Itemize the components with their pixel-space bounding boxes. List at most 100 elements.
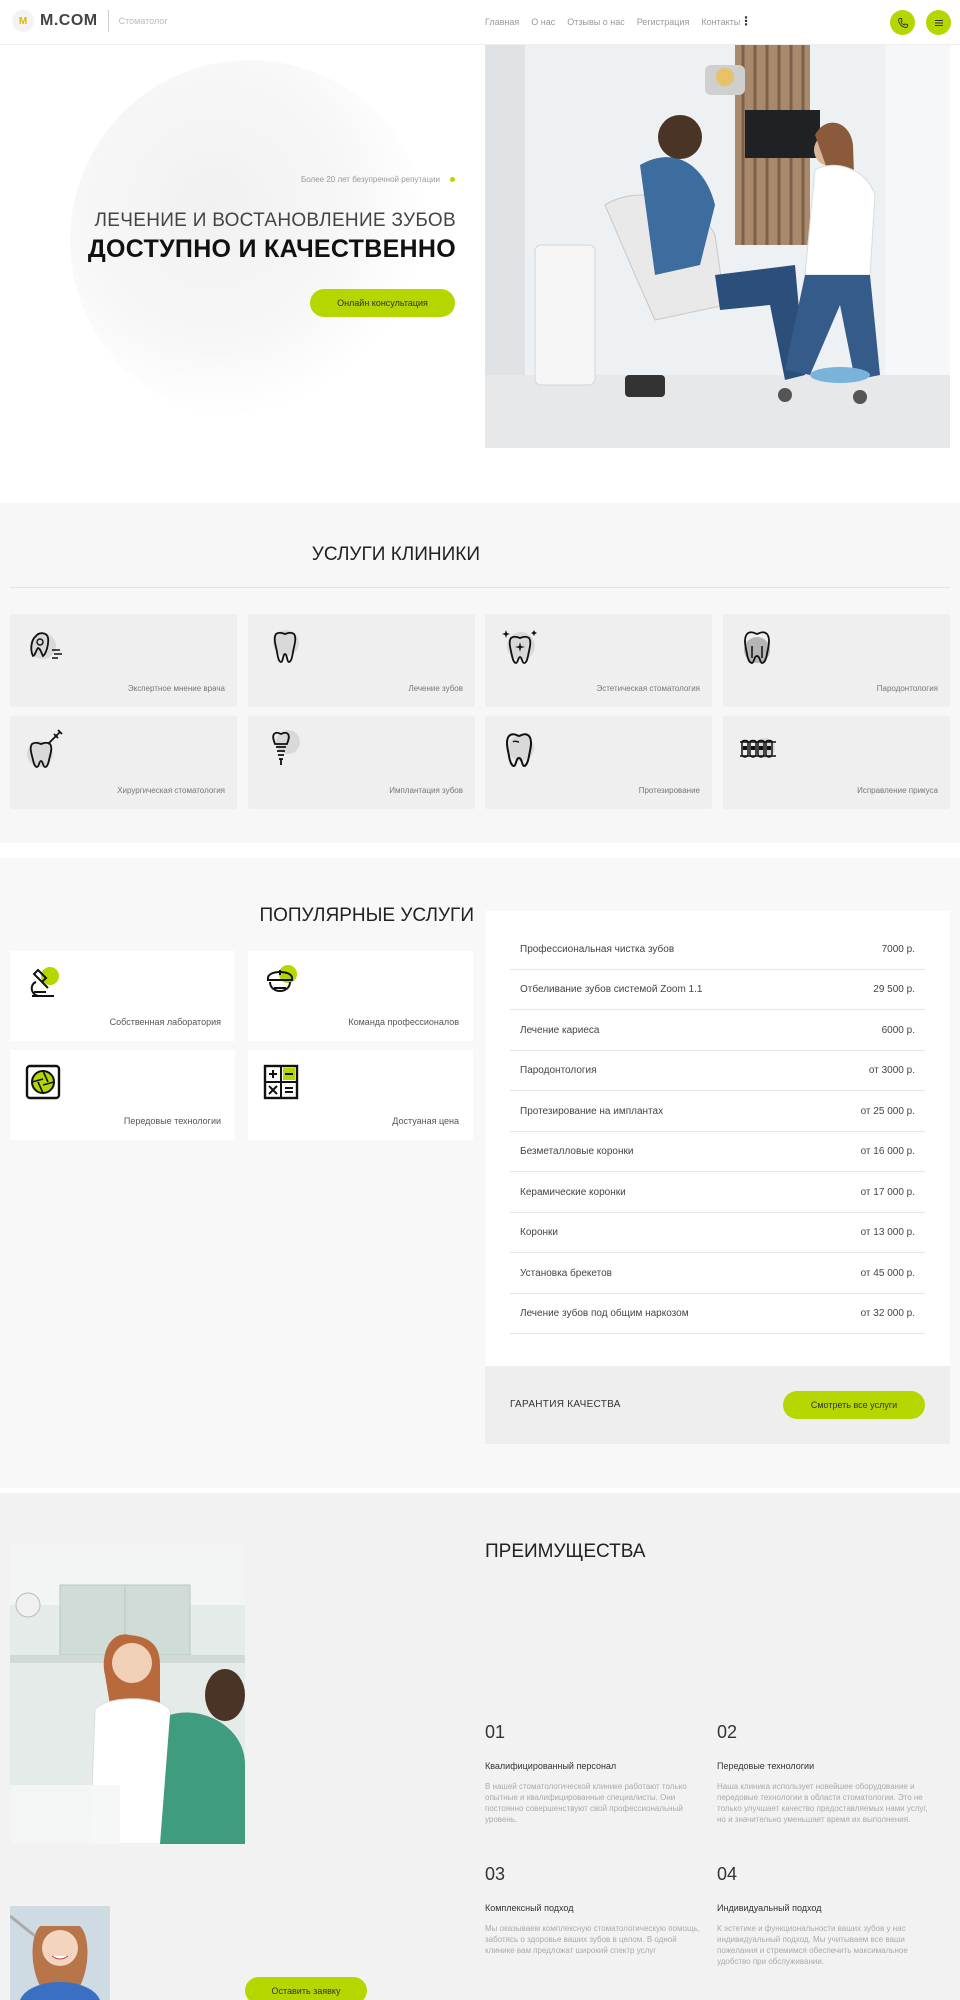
service-card[interactable]: Экспертное мнение врача [10,614,237,707]
price-item-value: 29 500 р. [873,984,915,995]
feature-label: Достуаная цена [392,1116,459,1126]
price-item-name: Безметалловые коронки [520,1146,634,1157]
more-menu-icon[interactable]: ⋮ [740,14,752,28]
nurse-icon [267,965,297,992]
price-list: Профессиональная чистка зубов 7000 р. Отб… [485,911,950,1366]
price-row[interactable]: Керамические коронки от 17 000 р. [510,1173,925,1213]
service-card[interactable]: Протезирование [485,716,712,809]
dentist-photo [10,1545,245,1844]
price-item-value: 7000 р. [881,944,915,955]
service-card[interactable]: Лечение зубов [248,614,475,707]
service-label: Эстетическая стоматология [596,684,700,693]
logo-divider [107,10,109,32]
implant-icon [272,730,300,765]
price-row[interactable]: Лечение кариеса 6000 р. [510,1011,925,1051]
phone-button[interactable] [890,10,915,35]
feature-card: Достуаная цена [248,1050,473,1140]
nav-item-about[interactable]: О нас [531,17,555,27]
service-label: Хирургическая стоматология [117,786,225,795]
advantage-text: Наша клиника использует новейшее оборудо… [717,1782,928,1824]
price-item-value: от 13 000 р. [860,1227,915,1238]
price-row[interactable]: Профессиональная чистка зубов 7000 р. [510,930,925,970]
price-item-name: Коронки [520,1227,558,1238]
advantage-text: К эстетике и функциональности ваших зубо… [717,1924,908,1966]
burger-menu-button[interactable] [926,10,951,35]
advantage-number: 01 [485,1722,506,1742]
price-item-value: от 45 000 р. [860,1268,915,1279]
price-item-name: Протезирование на имплантах [520,1106,664,1117]
hero-photo-dental-office [485,45,950,448]
price-item-name: Лечение зубов под общим наркозом [520,1308,689,1319]
braces-icon [740,738,776,758]
advantage-item: 01 Квалифицированный персонал В нашей ст… [485,1722,700,1825]
prosthesis-icon [505,733,534,768]
menu-icon [934,19,943,26]
service-card[interactable]: Хирургическая стоматология [10,716,237,809]
view-all-services-button[interactable]: Смотреть все услуги [783,1391,925,1419]
service-label: Экспертное мнение врача [127,684,225,693]
sparkle-tooth-icon [502,630,537,664]
hero-heading-line2: ДОСТУПНО И КАЧЕСТВЕННО [87,235,456,263]
service-card[interactable]: Эстетическая стоматология [485,614,712,707]
price-row[interactable]: Отбеливание зубов системой Zoom 1.1 29 50… [510,970,925,1010]
tooth-icon [273,630,299,663]
logo-text: M.COM [40,12,98,29]
price-row[interactable]: Установка брекетов от 45 000 р. [510,1254,925,1294]
service-card[interactable]: Исправление прикуса [723,716,950,809]
tooth-gum-icon [744,631,770,664]
advantage-text: Мы оказываем комплексную стоматологическ… [485,1924,700,1955]
feature-label: Команда профессионалов [348,1017,459,1027]
calculator-icon [263,1064,299,1100]
service-label: Исправление прикуса [857,786,938,795]
service-card[interactable]: Пародонтология [723,614,950,707]
divider [10,587,950,588]
feature-card: Команда профессионалов [248,951,473,1041]
price-item-name: Установка брекетов [520,1268,612,1279]
price-item-name: Профессиональная чистка зубов [520,944,675,955]
price-row[interactable]: Коронки от 13 000 р. [510,1213,925,1253]
advantage-item: 03 Комплексный подход Мы оказываем компл… [485,1864,700,1956]
price-item-value: от 3000 р. [868,1065,915,1076]
hero-tagline-text: Более 20 лет безупречной репутации [301,175,440,184]
nav-item-home[interactable]: Главная [485,17,519,27]
advantage-title: Квалифицированный персонал [485,1761,617,1771]
price-row[interactable]: Безметалловые коронки от 16 000 р. [510,1132,925,1172]
advantage-number: 03 [485,1864,506,1884]
feature-card: Передовые технологии [10,1050,235,1140]
service-label: Имплантация зубов [389,786,463,795]
feature-label: Собственная лаборатория [109,1017,221,1027]
nav-item-registration[interactable]: Регистрация [637,17,690,27]
advantage-title: Передовые технологии [717,1761,815,1771]
phone-icon [897,17,908,28]
advantage-title: Индивидуальный подход [717,1903,822,1913]
advantage-title: Комплексный подход [485,1903,574,1913]
main-nav: Главная О нас Отзывы о нас Регистрация К… [485,17,740,27]
nav-item-contacts[interactable]: Контакты [701,17,740,27]
price-item-value: от 32 000 р. [860,1308,915,1319]
site-header: M M.COM Стоматолог Главная О нас Отзывы … [0,0,960,45]
logo[interactable]: M M.COM Стоматолог [12,10,168,32]
guarantee-label: ГАРАНТИЯ КАЧЕСТВА [510,1399,621,1410]
service-label: Лечение зубов [408,684,463,693]
price-item-name: Пародонтология [520,1065,597,1076]
advantage-item: 02 Передовые технологии Наша клиника исп… [717,1722,932,1825]
price-row[interactable]: Протезирование на имплантах от 25 000 р. [510,1092,925,1132]
feature-card: Собственная лаборатория [10,951,235,1041]
online-consultation-button[interactable]: Онлайн консультация [310,289,455,317]
price-row[interactable]: Лечение зубов под общим наркозом от 32 00… [510,1294,925,1334]
advantage-item: 04 Индивидуальный подход К эстетике и фу… [717,1864,932,1967]
advantage-number: 02 [717,1722,738,1742]
price-item-value: от 16 000 р. [860,1146,915,1157]
logo-mark-icon: M [12,10,34,32]
price-item-name: Отбеливание зубов системой Zoom 1.1 [520,984,703,995]
price-item-value: от 25 000 р. [860,1106,915,1117]
advantage-number: 04 [717,1864,738,1884]
nav-item-reviews[interactable]: Отзывы о нас [567,17,624,27]
tooth-doctor-icon [30,632,62,659]
service-card[interactable]: Имплантация зубов [248,716,475,809]
leave-request-button[interactable]: Оставить заявку [245,1977,367,2000]
accent-dot [450,177,455,183]
price-row[interactable]: Пародонтология от 3000 р. [510,1051,925,1091]
price-item-name: Керамические коронки [520,1187,626,1198]
service-label: Пародонтология [876,684,938,693]
